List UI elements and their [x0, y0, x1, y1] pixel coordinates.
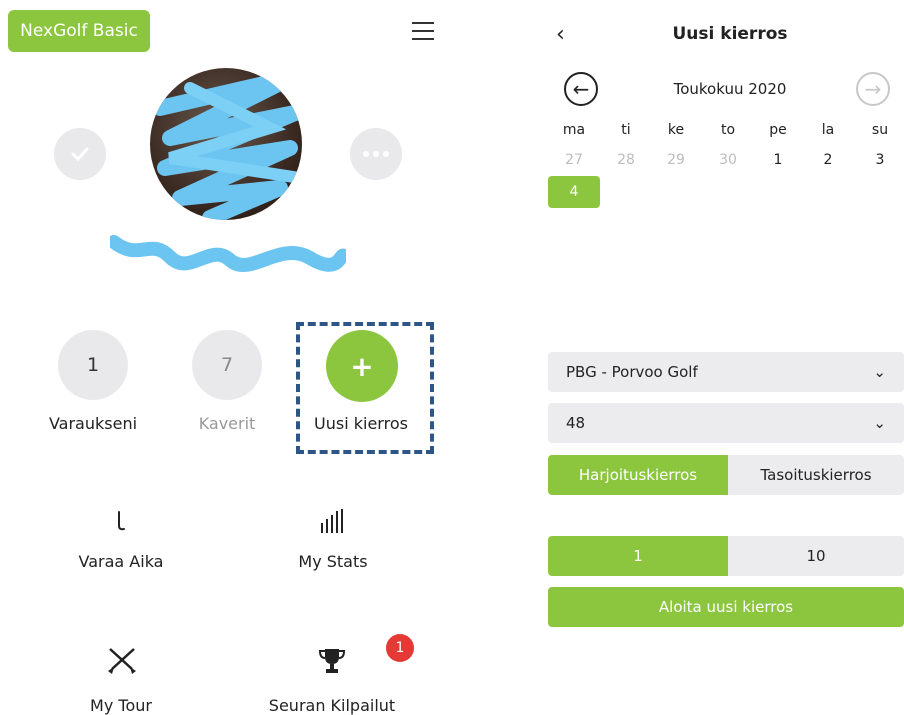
new-round-button[interactable]: +: [326, 330, 398, 402]
notification-badge: 1: [386, 634, 414, 662]
calendar-day[interactable]: 2: [808, 152, 848, 168]
friends-count[interactable]: 7: [192, 330, 262, 400]
book-time-label[interactable]: Varaa Aika: [60, 552, 182, 571]
weekday-label: ma: [562, 122, 586, 138]
holes-select[interactable]: 48 ⌄: [548, 403, 904, 443]
calendar-month: Toukokuu 2020: [673, 80, 787, 98]
calendar-day[interactable]: 1: [758, 152, 798, 168]
bar-stats-icon[interactable]: [316, 506, 350, 536]
golf-club-icon[interactable]: [104, 506, 138, 536]
calendar-day: 28: [617, 152, 635, 168]
start-round-button[interactable]: Aloita uusi kierros: [548, 587, 904, 627]
name-scribble: [110, 235, 346, 272]
chevron-down-icon: ⌄: [873, 363, 886, 381]
app-badge[interactable]: NexGolf Basic: [8, 10, 150, 52]
handicap-round-option[interactable]: Tasoituskierros: [728, 455, 904, 495]
weekday-label: ke: [667, 122, 685, 138]
page-title: Uusi kierros: [672, 24, 788, 44]
weekday-label: pe: [769, 122, 787, 138]
reservations-count[interactable]: 1: [58, 330, 128, 400]
calendar-day: 27: [565, 152, 583, 168]
course-select-value: PBG - Porvoo Golf: [566, 363, 698, 381]
new-round-label: Uusi kierros: [314, 414, 408, 433]
calendar-day-selected[interactable]: 4: [548, 176, 600, 208]
my-tour-label[interactable]: My Tour: [60, 696, 182, 715]
calendar-day: 29: [667, 152, 685, 168]
trophy-icon[interactable]: [316, 644, 348, 678]
arrow-left-circle-icon[interactable]: ←: [564, 72, 598, 106]
crossed-clubs-icon[interactable]: [104, 644, 140, 678]
arrow-right-circle-icon[interactable]: →: [856, 72, 890, 106]
my-stats-label[interactable]: My Stats: [272, 552, 394, 571]
calendar-day: 30: [719, 152, 737, 168]
check-bubble-icon[interactable]: [54, 128, 106, 180]
chevron-left-icon[interactable]: ‹: [556, 22, 565, 47]
calendar-day[interactable]: 3: [860, 152, 900, 168]
player-count-option[interactable]: 1: [548, 536, 728, 576]
practice-round-option[interactable]: Harjoituskierros: [548, 455, 728, 495]
holes-select-value: 48: [566, 414, 586, 432]
friends-label: Kaverit: [198, 414, 256, 433]
hamburger-icon[interactable]: [412, 22, 434, 40]
weekday-label: su: [871, 122, 889, 138]
reservations-label: Varaukseni: [48, 414, 138, 433]
weekday-label: to: [720, 122, 736, 138]
avatar: [150, 68, 302, 220]
profile-panel: NexGolf Basic 1 Varaukseni 7 Kaverit + U…: [0, 0, 452, 715]
course-select[interactable]: PBG - Porvoo Golf ⌄: [548, 352, 904, 392]
club-competitions-label[interactable]: Seuran Kilpailut: [252, 696, 412, 715]
weekday-label: la: [821, 122, 835, 138]
player-count-option[interactable]: 10: [728, 536, 904, 576]
chat-bubble-icon[interactable]: [350, 128, 402, 180]
weekday-label: ti: [621, 122, 631, 138]
chevron-down-icon: ⌄: [873, 414, 886, 432]
